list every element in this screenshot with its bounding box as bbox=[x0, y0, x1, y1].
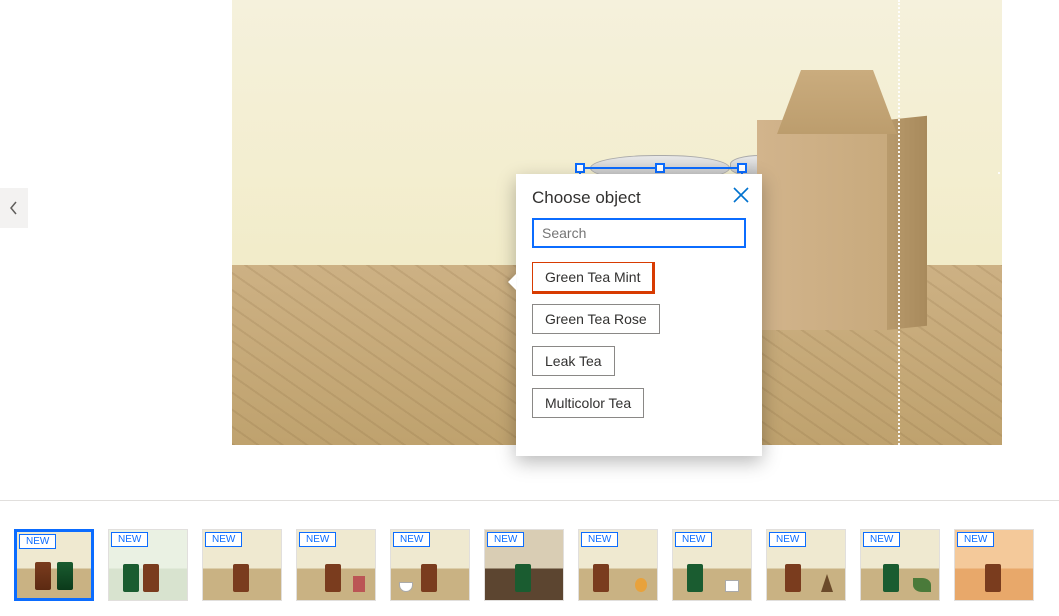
thumbnail[interactable]: NEW bbox=[954, 529, 1034, 601]
object-options-list[interactable]: Green Tea Mint Green Tea Rose Leak Tea M… bbox=[532, 262, 746, 452]
thumbnail[interactable]: NEW bbox=[108, 529, 188, 601]
chevron-left-icon bbox=[9, 201, 19, 215]
popup-arrow bbox=[508, 274, 516, 290]
thumbnail-strip: NEW NEW NEW NEW NEW NEW NEW NEW NEW NEW NEW bbox=[0, 501, 1059, 611]
prev-image-button[interactable] bbox=[0, 188, 28, 228]
thumbnail[interactable]: NEW bbox=[390, 529, 470, 601]
object-option[interactable]: Green Tea Mint bbox=[532, 262, 653, 292]
thumbnail[interactable]: NEW bbox=[484, 529, 564, 601]
thumbnail[interactable]: NEW bbox=[578, 529, 658, 601]
crop-guide-vertical bbox=[898, 0, 900, 445]
object-option[interactable]: Green Tea Rose bbox=[532, 304, 660, 334]
new-badge: NEW bbox=[581, 532, 618, 547]
crop-guide-rect bbox=[998, 172, 1002, 404]
new-badge: NEW bbox=[111, 532, 148, 547]
thumbnail[interactable]: NEW bbox=[202, 529, 282, 601]
new-badge: NEW bbox=[957, 532, 994, 547]
new-badge: NEW bbox=[487, 532, 524, 547]
resize-handle-t[interactable] bbox=[655, 163, 665, 173]
new-badge: NEW bbox=[393, 532, 430, 547]
resize-handle-tl[interactable] bbox=[575, 163, 585, 173]
close-button[interactable] bbox=[730, 184, 752, 206]
new-badge: NEW bbox=[205, 532, 242, 547]
resize-handle-tr[interactable] bbox=[737, 163, 747, 173]
thumbnail[interactable]: NEW bbox=[766, 529, 846, 601]
thumbnail[interactable]: NEW bbox=[14, 529, 94, 601]
new-badge: NEW bbox=[19, 534, 56, 549]
object-option[interactable]: Leak Tea bbox=[532, 346, 615, 376]
thumbnail[interactable]: NEW bbox=[296, 529, 376, 601]
thumbnail[interactable]: NEW bbox=[672, 529, 752, 601]
thumbnail[interactable]: NEW bbox=[860, 529, 940, 601]
search-input[interactable] bbox=[532, 218, 746, 248]
new-badge: NEW bbox=[769, 532, 806, 547]
editor-stage-area: Contoso Green tea Mint NET WEIGHT 7.8 oz… bbox=[0, 0, 1059, 500]
new-badge: NEW bbox=[675, 532, 712, 547]
new-badge: NEW bbox=[299, 532, 336, 547]
choose-object-popup: Choose object Green Tea Mint Green Tea R… bbox=[516, 174, 762, 456]
close-icon bbox=[730, 184, 752, 206]
object-option[interactable]: Multicolor Tea bbox=[532, 388, 644, 418]
popup-title: Choose object bbox=[532, 188, 746, 208]
paper-bag-prop bbox=[757, 70, 927, 330]
new-badge: NEW bbox=[863, 532, 900, 547]
